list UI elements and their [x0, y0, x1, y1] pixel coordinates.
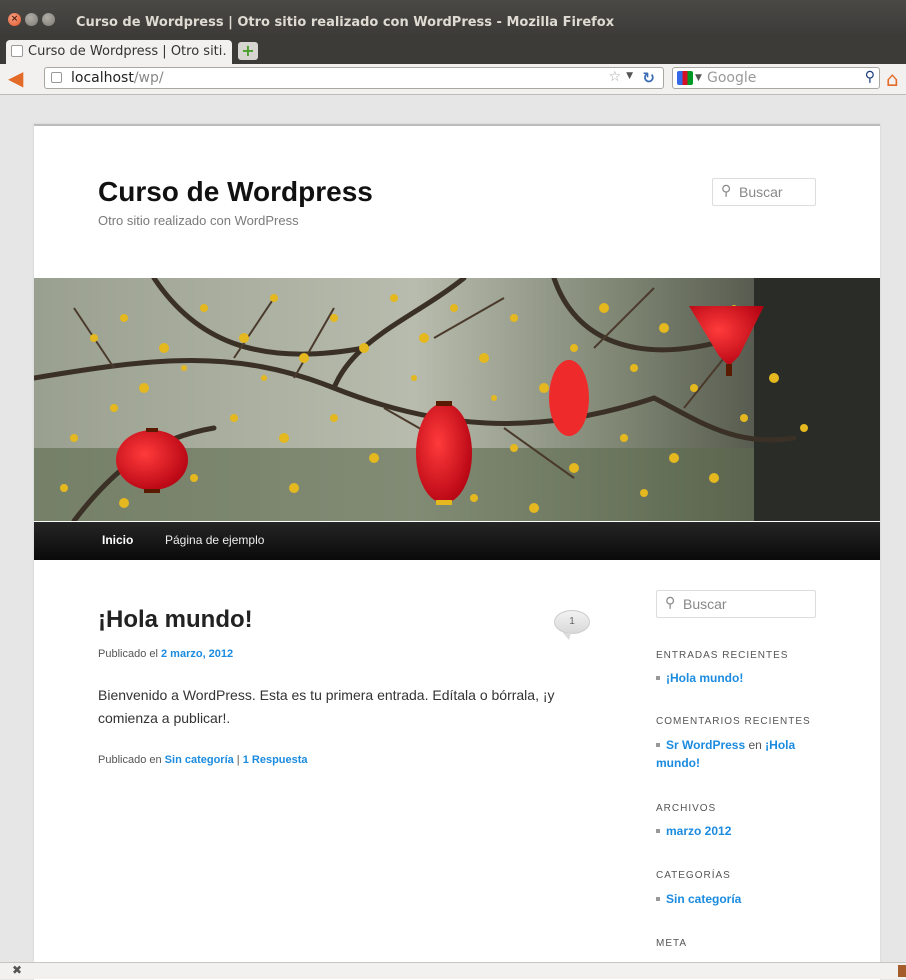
url-bar[interactable]: localhost/wp/ ☆ ▼ ↻ — [44, 67, 664, 89]
header-search-placeholder: Buscar — [739, 184, 783, 200]
close-window-icon[interactable]: × — [8, 13, 21, 26]
archive-link[interactable]: marzo 2012 — [666, 824, 731, 838]
comment-connector: en — [745, 738, 766, 752]
web-search-bar[interactable]: ▼ Google ⚲ — [672, 67, 880, 89]
post-footer-separator: | — [233, 754, 243, 766]
page-favicon-icon — [11, 45, 23, 57]
web-page: Curso de Wordpress Otro sitio realizado … — [34, 124, 880, 980]
post-footer-prefix: Publicado en — [98, 754, 165, 766]
reload-icon[interactable]: ↻ — [642, 69, 655, 87]
web-search-placeholder[interactable]: Google — [707, 70, 756, 86]
site-description: Otro sitio realizado con WordPress — [98, 213, 299, 228]
list-item: Sin categoría — [656, 890, 816, 908]
url-history-dropdown-icon[interactable]: ▼ — [626, 71, 633, 81]
post-footer: Publicado en Sin categoría | 1 Respuesta — [98, 754, 308, 766]
minimize-window-icon[interactable] — [25, 13, 38, 26]
banner-photo — [34, 278, 880, 521]
close-addon-bar-icon[interactable]: ✖ — [12, 963, 22, 977]
back-arrow-icon[interactable]: ◀ — [8, 68, 23, 88]
window-controls: × — [8, 13, 55, 26]
new-tab-plus-icon[interactable]: + — [238, 42, 258, 60]
recent-post-link[interactable]: ¡Hola mundo! — [666, 671, 743, 685]
post-meta: Publicado el 2 marzo, 2012 — [98, 648, 233, 660]
status-bar: ✖ — [0, 962, 906, 979]
sidebar-search-placeholder: Buscar — [683, 596, 727, 612]
maximize-window-icon[interactable] — [42, 13, 55, 26]
bookmark-star-icon[interactable]: ☆ — [608, 69, 621, 85]
widget-title-recent-comments: COMENTARIOS RECIENTES — [656, 716, 811, 727]
widget-title-recent-posts: ENTRADAS RECIENTES — [656, 650, 789, 661]
home-icon[interactable]: ⌂ — [886, 67, 899, 91]
post-title[interactable]: ¡Hola mundo! — [98, 606, 253, 634]
navigation-toolbar: ◀ localhost/wp/ ☆ ▼ ↻ ▼ Google ⚲ ⌂ — [0, 64, 906, 95]
window-titlebar: × Curso de Wordpress | Otro sitio realiz… — [0, 0, 906, 38]
post-replies-link[interactable]: 1 Respuesta — [243, 754, 308, 766]
widget-title-categories: CATEGORÍAS — [656, 870, 731, 881]
post-content: Bienvenido a WordPress. Esta es tu prime… — [98, 687, 555, 726]
tab-curso-wordpress[interactable]: Curso de Wordpress | Otro siti… — [6, 40, 232, 64]
post-meta-prefix: Publicado el — [98, 648, 161, 660]
google-engine-icon[interactable] — [677, 71, 693, 85]
site-identity-icon[interactable] — [51, 72, 62, 83]
header-search-input[interactable]: ⚲ Buscar — [712, 178, 816, 206]
search-engine-dropdown-icon[interactable]: ▼ — [695, 73, 702, 83]
sidebar-search-input[interactable]: ⚲ Buscar — [656, 590, 816, 618]
search-icon: ⚲ — [721, 183, 732, 199]
tab-strip: Curso de Wordpress | Otro siti… + — [0, 38, 906, 64]
window-title: Curso de Wordpress | Otro sitio realizad… — [76, 15, 615, 30]
comment-count-bubble[interactable]: 1 — [554, 610, 590, 640]
search-icon: ⚲ — [665, 595, 676, 611]
magnifier-search-icon[interactable]: ⚲ — [865, 69, 875, 85]
tab-label: Curso de Wordpress | Otro siti… — [28, 44, 228, 59]
resize-grip-icon[interactable] — [898, 965, 906, 977]
list-item: Sr WordPress en ¡Hola mundo! — [656, 736, 816, 772]
header-banner-image[interactable] — [34, 278, 880, 521]
category-link[interactable]: Sin categoría — [666, 892, 741, 906]
comment-author-link[interactable]: Sr WordPress — [666, 738, 745, 752]
list-item: ¡Hola mundo! — [656, 669, 816, 687]
post-category-link[interactable]: Sin categoría — [165, 754, 234, 766]
site-title[interactable]: Curso de Wordpress — [98, 176, 373, 208]
url-text[interactable]: localhost/wp/ — [71, 70, 164, 86]
widget-title-meta: META — [656, 938, 688, 949]
main-navigation-menu: Inicio Página de ejemplo — [34, 522, 880, 560]
widget-title-archives: ARCHIVOS — [656, 803, 717, 814]
list-item: marzo 2012 — [656, 822, 816, 840]
menu-item-pagina-de-ejemplo[interactable]: Página de ejemplo — [165, 533, 264, 547]
menu-item-inicio[interactable]: Inicio — [102, 533, 133, 547]
post-date-link[interactable]: 2 marzo, 2012 — [161, 648, 233, 660]
